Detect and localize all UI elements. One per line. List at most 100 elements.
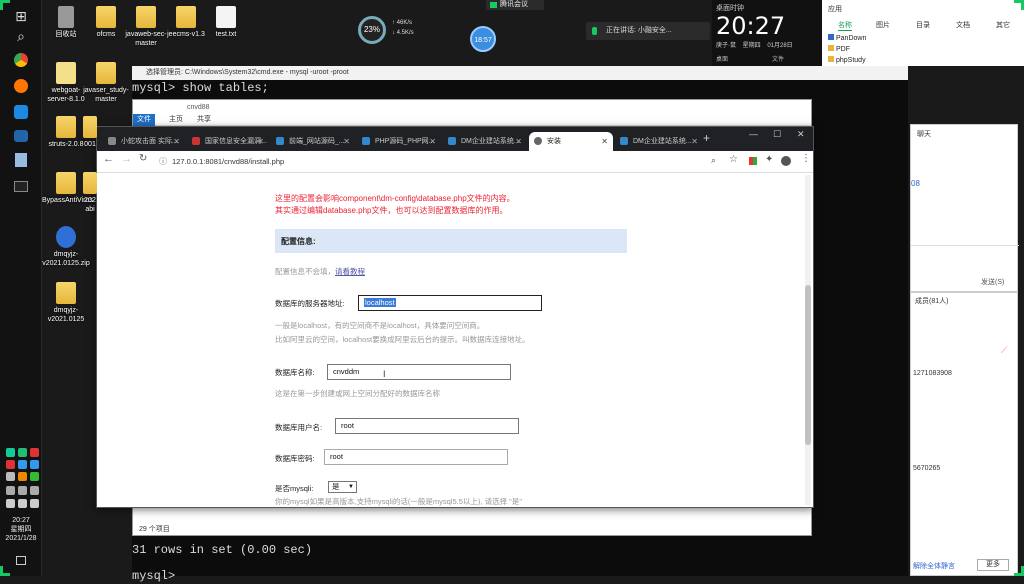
- profile-avatar[interactable]: [781, 156, 791, 166]
- chat-link[interactable]: 08: [911, 179, 920, 188]
- send-button[interactable]: 发送(S): [981, 277, 1004, 287]
- section-title: 配置信息:: [281, 236, 316, 247]
- more-button[interactable]: 更多: [977, 559, 1009, 571]
- host-input[interactable]: localhost: [358, 295, 542, 311]
- menu-icon[interactable]: ⋮: [801, 153, 811, 164]
- close-icon[interactable]: ✕: [601, 132, 608, 151]
- browser-tab[interactable]: 前端_网站源码_...✕: [271, 132, 355, 151]
- browser-tab[interactable]: PHP源码_PHP网...✕: [357, 132, 441, 151]
- tray-icon[interactable]: [30, 486, 39, 495]
- app-icon[interactable]: [9, 150, 33, 170]
- launcher-tab[interactable]: 其它: [996, 20, 1010, 30]
- maximize-button[interactable]: ☐: [773, 129, 781, 140]
- star-icon[interactable]: ☆: [729, 154, 738, 165]
- browser-tab[interactable]: DM企业建站系统...✕: [443, 132, 527, 151]
- launcher-item[interactable]: PanDown: [828, 34, 866, 42]
- desktop-icon[interactable]: test.txt: [202, 6, 250, 39]
- browser-tab-active[interactable]: 安装✕: [529, 132, 613, 151]
- close-icon[interactable]: ✕: [429, 132, 436, 151]
- address-bar[interactable]: ⓘ 127.0.0.1:8081/cnvd88/install.php: [157, 154, 757, 170]
- close-icon[interactable]: ✕: [257, 132, 264, 151]
- tray-icon[interactable]: [30, 448, 39, 457]
- forward-icon[interactable]: →: [121, 153, 132, 165]
- close-icon[interactable]: ✕: [343, 132, 350, 151]
- voice-status-bar[interactable]: 正在讲话: 小融安全...: [586, 22, 710, 40]
- unmute-all-button[interactable]: 解除全体静言: [913, 561, 955, 571]
- tray-icon[interactable]: [6, 448, 15, 457]
- tray-icon[interactable]: [18, 472, 27, 481]
- desktop-icon[interactable]: dmqyjz-v2021.0125: [42, 282, 90, 324]
- desktop-icon[interactable]: 202abi: [82, 172, 98, 214]
- launcher-tab[interactable]: 图片: [876, 20, 890, 30]
- launcher-item[interactable]: phpStudy: [828, 56, 866, 64]
- page-scrollbar[interactable]: [805, 175, 811, 505]
- close-window-button[interactable]: ✕: [797, 129, 805, 140]
- launcher-tab[interactable]: 文档: [956, 20, 970, 30]
- close-icon[interactable]: ✕: [691, 132, 698, 151]
- tray-icon[interactable]: [6, 499, 15, 508]
- cmd-command: mysql> show tables;: [132, 80, 269, 96]
- tutorial-link[interactable]: 请看教程: [335, 267, 365, 276]
- close-icon[interactable]: ✕: [515, 132, 522, 151]
- desktop-icon[interactable]: dmqyjz-v2021.0125.zip: [42, 226, 90, 268]
- cpu-gauge[interactable]: 23%: [358, 16, 386, 44]
- pin-icon[interactable]: ⟋: [1001, 345, 1007, 356]
- tab-favicon-icon: [362, 137, 370, 145]
- desktop-icon[interactable]: javaser_study-master: [82, 62, 130, 104]
- clock-tab[interactable]: 桌面: [716, 54, 728, 63]
- clock-tab[interactable]: 文件: [772, 54, 784, 63]
- members-panel: 成员(81人) ⟋ 1271083908 5670265 解除全体静言 更多: [910, 292, 1018, 576]
- puzzle-icon[interactable]: ✦: [765, 154, 773, 165]
- notification-icon[interactable]: [16, 556, 26, 565]
- launcher-item[interactable]: PDF: [828, 45, 850, 53]
- tray-icon[interactable]: [6, 472, 15, 481]
- mysqli-select[interactable]: 是▼: [328, 481, 357, 493]
- back-icon[interactable]: ←: [103, 153, 114, 165]
- launcher-tab[interactable]: 目录: [916, 20, 930, 30]
- chrome-icon[interactable]: [9, 50, 33, 70]
- tray-icon[interactable]: [6, 460, 15, 469]
- tray-icon[interactable]: [18, 448, 27, 457]
- close-icon[interactable]: ✕: [173, 132, 180, 151]
- browser-tab[interactable]: 国家信息安全漏洞...✕: [187, 132, 269, 151]
- folder-icon: [56, 282, 76, 304]
- tray-icon[interactable]: [6, 486, 15, 495]
- folder-icon: [56, 172, 76, 194]
- tray-icon[interactable]: [18, 486, 27, 495]
- jar-file-icon: [56, 62, 76, 84]
- password-input[interactable]: root: [324, 449, 508, 465]
- browser-tab[interactable]: 小蛇攻击面 实际...✕: [103, 132, 185, 151]
- tray-icon[interactable]: [18, 460, 27, 469]
- new-tab-button[interactable]: +: [703, 131, 710, 145]
- explorer-tab-share[interactable]: 共享: [197, 114, 211, 126]
- browser-window[interactable]: 小蛇攻击面 实际...✕ 国家信息安全漏洞...✕ 前端_网站源码_...✕ P…: [96, 126, 814, 508]
- taskbar-clock[interactable]: 20:27 星期四 2021/1/28: [0, 516, 42, 543]
- search-icon[interactable]: ⌕: [9, 26, 33, 46]
- text-cursor-icon: I: [383, 369, 386, 379]
- tray-icon[interactable]: [18, 499, 27, 508]
- dbname-input[interactable]: cnvddm: [327, 364, 511, 380]
- meeting-indicator[interactable]: 腾讯会议: [486, 0, 544, 10]
- tray-icon[interactable]: [30, 460, 39, 469]
- launcher-tab[interactable]: 名称: [838, 20, 852, 31]
- tray-icon[interactable]: [30, 472, 39, 481]
- zoom-icon[interactable]: ⌕: [711, 155, 716, 166]
- firefox-icon[interactable]: [9, 76, 33, 96]
- timer-bubble[interactable]: 18:57: [470, 26, 496, 52]
- scrollbar-thumb[interactable]: [805, 285, 811, 445]
- terminal-icon[interactable]: [9, 176, 33, 196]
- explorer-tab-file[interactable]: 文件: [133, 114, 155, 126]
- browser-tab[interactable]: DM企业建站系统...✕: [615, 132, 703, 151]
- reload-icon[interactable]: ↻: [139, 153, 147, 164]
- info-icon[interactable]: ⓘ: [159, 154, 167, 170]
- minimize-button[interactable]: —: [749, 129, 758, 139]
- desktop-icon[interactable]: 001: [82, 116, 98, 149]
- folder-icon: [56, 116, 76, 138]
- user-input[interactable]: root: [335, 418, 519, 434]
- app-icon[interactable]: [9, 102, 33, 122]
- app-icon[interactable]: [9, 126, 33, 146]
- explorer-tab-home[interactable]: 主页: [169, 114, 183, 126]
- start-icon[interactable]: ⊞: [9, 6, 33, 26]
- extension-icon[interactable]: [749, 157, 757, 165]
- tray-icon[interactable]: [30, 499, 39, 508]
